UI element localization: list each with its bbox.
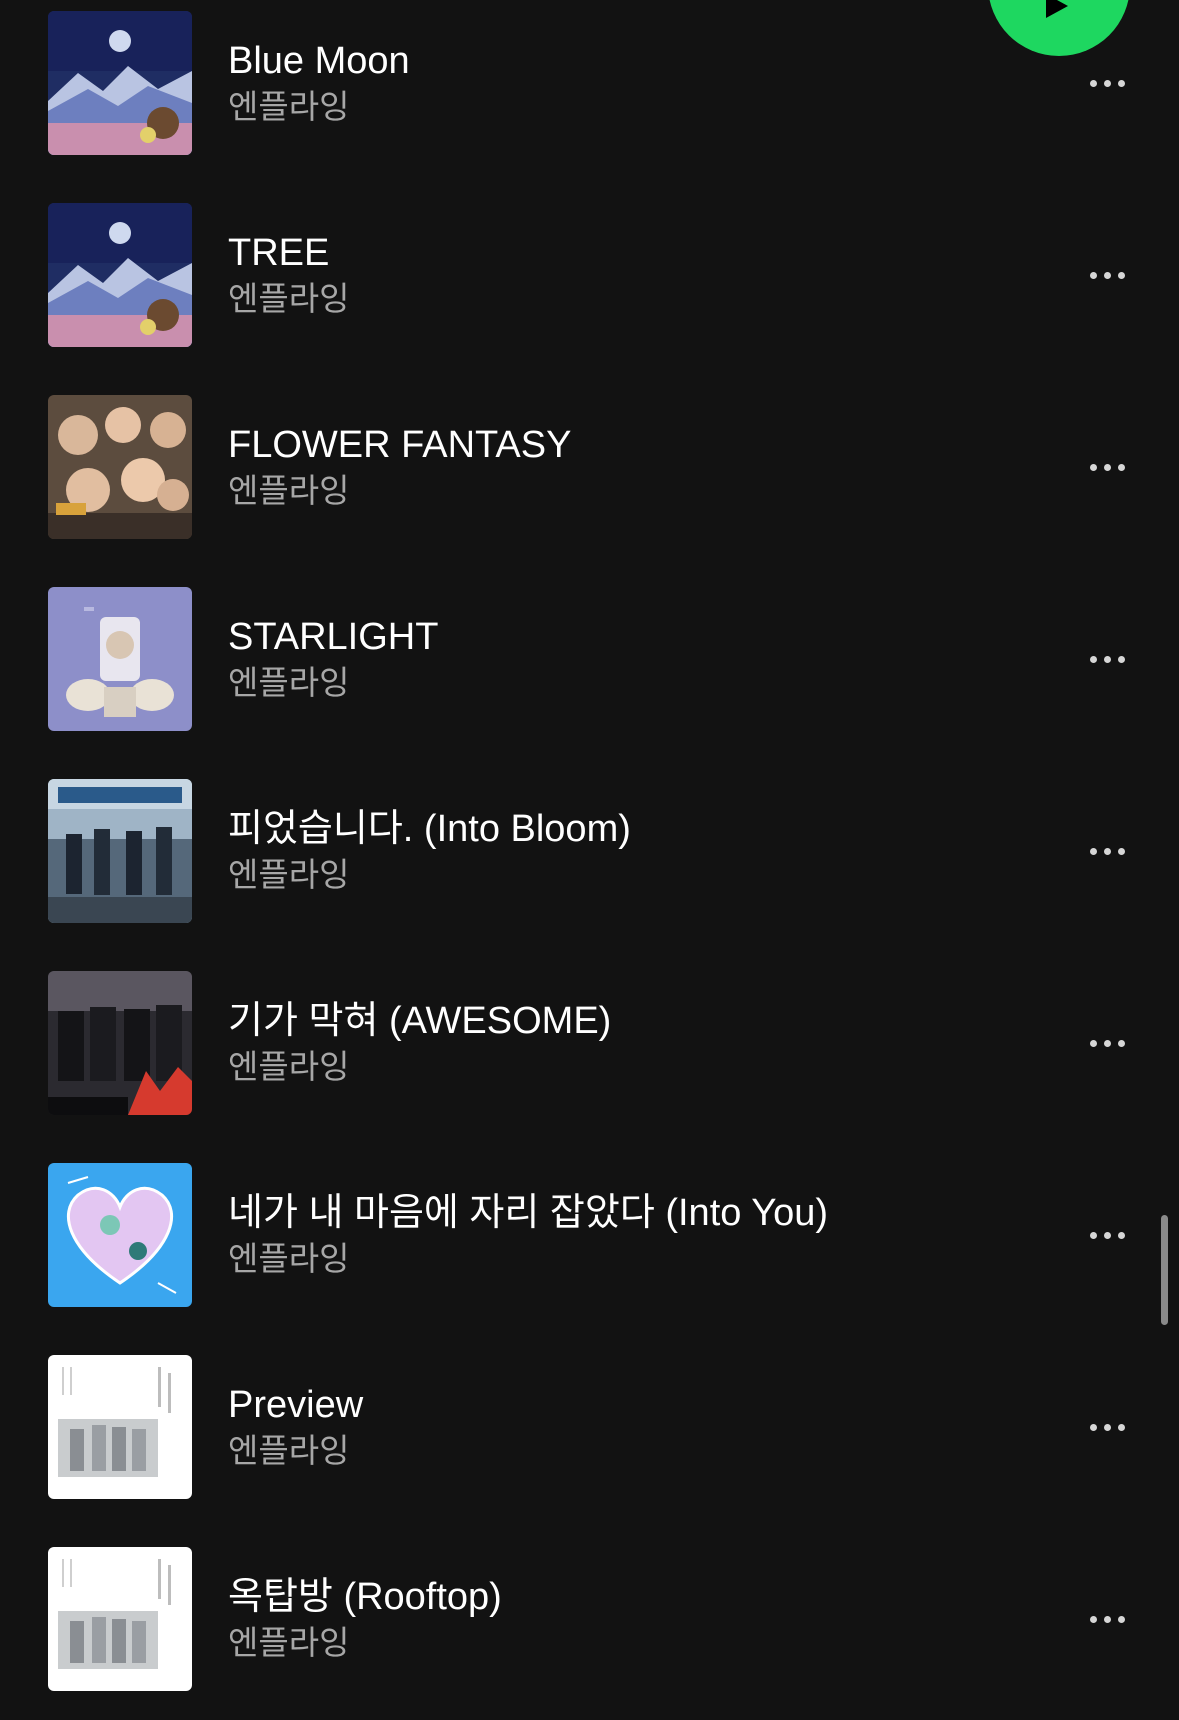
album-cover [48,395,192,539]
track-title: FLOWER FANTASY [228,424,572,466]
track-title: 네가 내 마음에 자리 잡았다 (Into You) [228,1192,829,1234]
track-row[interactable]: 옥탑방 (Rooftop) 엔플라잉 [0,1536,1179,1720]
track-row[interactable]: STARLIGHT 엔플라잉 [0,576,1179,768]
album-cover [48,1355,192,1499]
track-title: TREE [228,232,330,274]
track-artist: 엔플라잉 [228,1432,350,1469]
album-cover [48,971,192,1115]
scrollbar[interactable] [1161,1215,1168,1325]
more-options-icon[interactable] [1076,1407,1138,1447]
track-title: Preview [228,1384,364,1426]
more-options-icon[interactable] [1076,1599,1138,1639]
more-options-icon[interactable] [1076,1023,1138,1063]
more-options-icon[interactable] [1076,63,1138,103]
more-options-icon[interactable] [1076,1215,1138,1255]
more-options-icon[interactable] [1076,447,1138,487]
track-title: 피었습니다. (Into Bloom) [228,808,631,850]
track-artist: 엔플라잉 [228,88,350,125]
track-title: 기가 막혀 (AWESOME) [228,1000,612,1042]
track-row[interactable]: 기가 막혀 (AWESOME) 엔플라잉 [0,960,1179,1152]
more-options-icon[interactable] [1076,639,1138,679]
album-cover [48,779,192,923]
track-artist: 엔플라잉 [228,856,350,893]
track-artist: 엔플라잉 [228,472,350,509]
album-cover [48,587,192,731]
play-icon [1046,0,1068,18]
track-artist: 엔플라잉 [228,1048,350,1085]
track-artist: 엔플라잉 [228,280,350,317]
track-artist: 엔플라잉 [228,1240,350,1277]
track-artist: 엔플라잉 [228,664,350,701]
track-row[interactable]: 네가 내 마음에 자리 잡았다 (Into You) 엔플라잉 [0,1152,1179,1344]
album-cover [48,1547,192,1691]
track-title: Blue Moon [228,40,410,82]
album-cover [48,1163,192,1307]
track-artist: 엔플라잉 [228,1624,350,1661]
track-title: 옥탑방 (Rooftop) [228,1576,502,1618]
track-list-screen: Blue Moon 엔플라잉 TREE 엔플라잉 FLOWER FANTASY … [0,0,1179,1720]
more-options-icon[interactable] [1076,255,1138,295]
track-row[interactable]: 피었습니다. (Into Bloom) 엔플라잉 [0,768,1179,960]
album-cover [48,203,192,347]
track-row[interactable]: Preview 엔플라잉 [0,1344,1179,1536]
track-title: STARLIGHT [228,616,439,658]
album-cover [48,11,192,155]
track-row[interactable]: FLOWER FANTASY 엔플라잉 [0,384,1179,576]
more-options-icon[interactable] [1076,831,1138,871]
track-row[interactable]: TREE 엔플라잉 [0,192,1179,384]
